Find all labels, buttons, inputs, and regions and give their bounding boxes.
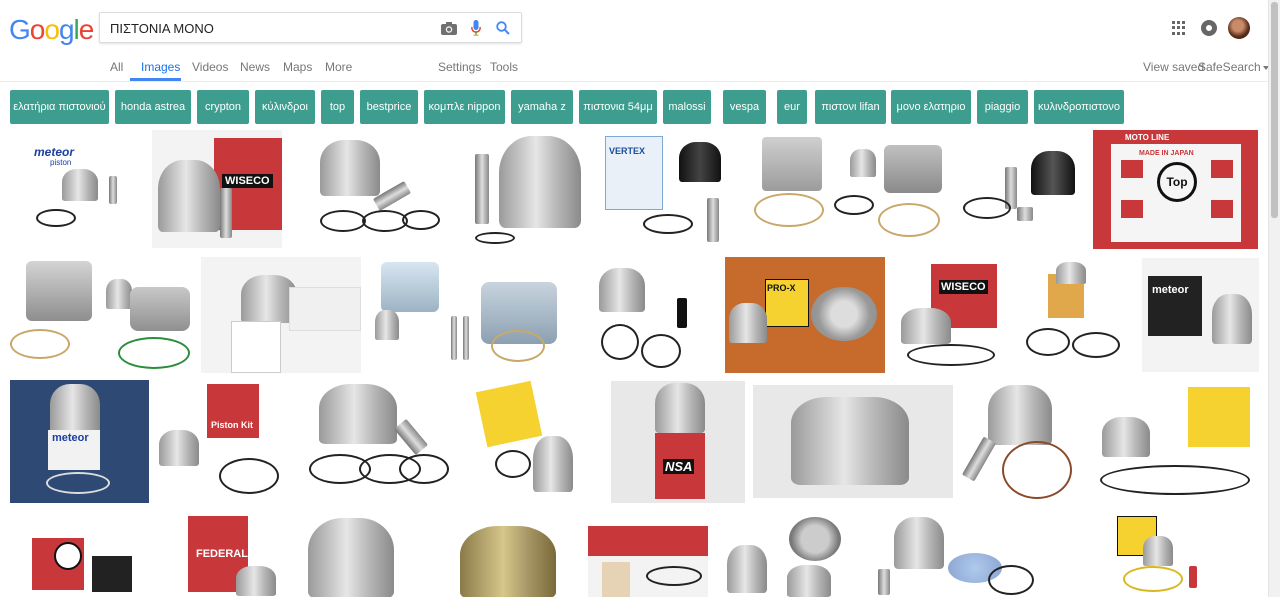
search-input[interactable] — [110, 18, 430, 38]
tab-videos[interactable]: Videos — [192, 60, 228, 74]
image-result[interactable] — [442, 512, 579, 597]
federal-brand-text: FEDERAL — [196, 548, 248, 560]
piston-kit-text: Piston Kit — [211, 420, 253, 430]
safesearch-label: SafeSearch — [1198, 60, 1261, 74]
tab-maps[interactable]: Maps — [283, 60, 312, 74]
logo-letter: o — [44, 14, 60, 45]
image-result[interactable] — [369, 258, 566, 372]
image-result[interactable] — [12, 512, 147, 597]
notifications-icon[interactable] — [1201, 20, 1217, 36]
image-result[interactable] — [10, 257, 193, 372]
meteor-brand-text: meteor — [1152, 284, 1189, 296]
top-logo-text: Top — [1166, 175, 1188, 189]
logo-letter: g — [58, 14, 75, 45]
image-result[interactable]: WISECO — [152, 130, 282, 248]
account-avatar[interactable] — [1228, 17, 1250, 39]
image-result[interactable]: meteor — [1142, 258, 1259, 372]
wiseco-brand-text: WISECO — [222, 174, 273, 188]
chip[interactable]: eur — [777, 90, 807, 124]
image-result[interactable] — [753, 385, 953, 498]
image-result[interactable] — [868, 513, 1038, 597]
tab-more[interactable]: More — [325, 60, 352, 74]
image-result[interactable] — [962, 381, 1084, 503]
image-result[interactable] — [298, 512, 435, 597]
image-result[interactable]: VERTEX — [603, 132, 738, 248]
chip[interactable]: crypton — [197, 90, 249, 124]
search-icon[interactable] — [493, 18, 513, 38]
vertex-brand-text: VERTEX — [609, 146, 646, 156]
image-result[interactable]: WISECO — [893, 258, 1009, 373]
page-scrollbar-thumb[interactable] — [1271, 2, 1278, 218]
camera-icon[interactable] — [439, 18, 459, 38]
chip[interactable]: μονο ελατηριο — [891, 90, 971, 124]
safesearch-menu[interactable]: SafeSearch — [1198, 60, 1269, 74]
motoline-text: MOTO LINE — [1125, 133, 1170, 142]
image-result[interactable] — [465, 380, 592, 502]
image-result[interactable] — [748, 131, 947, 249]
chip[interactable]: top — [321, 90, 354, 124]
chip[interactable]: vespa — [723, 90, 766, 124]
wiseco-brand-text: WISECO — [939, 280, 988, 294]
tab-all[interactable]: All — [110, 60, 123, 74]
image-result[interactable]: FEDERAL — [158, 512, 290, 597]
made-in-japan-text: MADE IN JAPAN — [1139, 150, 1194, 157]
microphone-icon[interactable] — [466, 18, 486, 38]
image-result[interactable]: meteor piston — [10, 131, 145, 249]
chip[interactable]: yamaha z — [511, 90, 573, 124]
chip[interactable]: bestprice — [360, 90, 418, 124]
tools-link[interactable]: Tools — [490, 60, 518, 74]
image-result[interactable]: meteor — [10, 380, 149, 503]
top-logo: Top — [1157, 162, 1197, 202]
image-result[interactable] — [1018, 258, 1134, 371]
image-result[interactable] — [201, 257, 361, 373]
meteor-subtitle: piston — [50, 158, 72, 167]
image-result[interactable]: MOTO LINE MADE IN JAPAN Top — [1093, 130, 1258, 249]
chip[interactable]: πιστονι lifan — [815, 90, 886, 124]
meteor-brand-text: meteor — [34, 145, 75, 159]
image-result[interactable] — [1103, 512, 1213, 597]
chip[interactable]: κυλινδροπιστονο — [1034, 90, 1124, 124]
settings-link[interactable]: Settings — [438, 60, 481, 74]
tab-news[interactable]: News — [240, 60, 270, 74]
image-result[interactable]: PRO-X — [725, 257, 885, 373]
tab-images[interactable]: Images — [141, 60, 180, 74]
chip[interactable]: κομπλε nippon — [424, 90, 505, 124]
logo-letter: G — [9, 14, 31, 45]
image-result[interactable] — [1092, 381, 1259, 500]
view-saved-link[interactable]: View saved — [1143, 60, 1204, 74]
image-result[interactable] — [455, 130, 595, 248]
logo-letter: o — [29, 14, 46, 45]
chip[interactable]: piaggio — [977, 90, 1028, 124]
image-result[interactable] — [589, 258, 716, 373]
image-result[interactable] — [957, 131, 1084, 249]
active-tab-indicator — [130, 78, 181, 81]
image-result[interactable] — [588, 526, 708, 597]
search-box — [99, 12, 522, 43]
chip[interactable]: κύλινδροι — [255, 90, 315, 124]
apps-grid-icon[interactable] — [1172, 21, 1186, 35]
chip[interactable]: ελατήρια πιστονιού — [10, 90, 109, 124]
image-result[interactable]: NSA — [611, 381, 745, 503]
logo-letter: e — [78, 14, 95, 45]
google-logo[interactable]: Google — [9, 14, 95, 46]
image-result[interactable] — [297, 380, 457, 503]
meteor-brand-text: meteor — [52, 432, 89, 444]
chip[interactable]: πιστονια 54μμ — [579, 90, 657, 124]
chip[interactable]: malossi — [663, 90, 711, 124]
image-result[interactable]: Piston Kit — [157, 380, 290, 500]
image-result[interactable] — [290, 130, 447, 249]
chip[interactable]: honda astrea — [115, 90, 191, 124]
image-result[interactable] — [723, 515, 859, 597]
prox-brand-text: PRO-X — [767, 283, 796, 293]
nsa-brand-text: NSA — [663, 459, 695, 474]
